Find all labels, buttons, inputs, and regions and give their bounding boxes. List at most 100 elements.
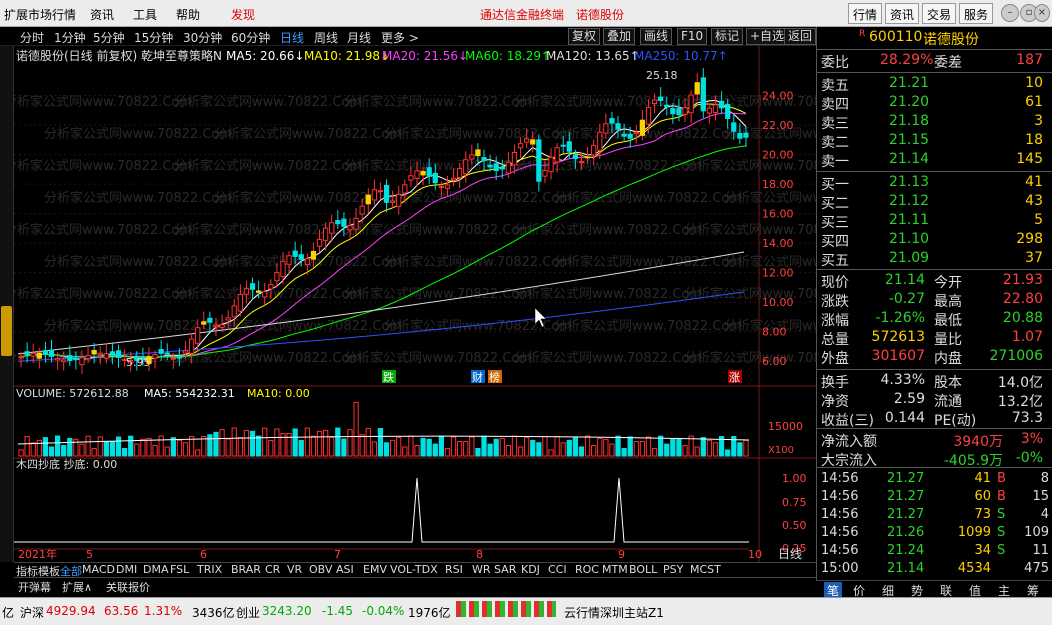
period-tab-5min[interactable]: 5分钟 [93, 29, 125, 46]
menu-item-tools[interactable]: 工具 [133, 6, 157, 23]
volume-bar [322, 429, 329, 457]
sub-toolbar: 开弹幕 扩展∧ 关联报价 [14, 577, 816, 595]
add-favorite-button[interactable]: +自选 [746, 28, 789, 45]
indicator-tab-14[interactable]: VOL-TDX [390, 563, 438, 576]
adjust-button[interactable]: 复权 [568, 28, 601, 45]
marker-down[interactable]: 跌 [383, 370, 394, 384]
indicator-tab-23[interactable]: PSY [663, 563, 683, 576]
order-row: 买三 21.11 5 [821, 212, 1043, 231]
mark-button[interactable]: 标记 [711, 28, 744, 45]
candle-body [737, 132, 743, 139]
indicator-tab-6[interactable]: FSL [170, 563, 189, 576]
indicator-tab-4[interactable]: DMI [116, 563, 137, 576]
indicator-tab-19[interactable]: CCI [548, 563, 567, 576]
expand-toggle[interactable]: 扩展∧ [62, 579, 92, 595]
candle-body [517, 143, 524, 149]
indicator-tab-21[interactable]: MTM [602, 563, 628, 576]
menu-item-discover[interactable]: 发现 [231, 6, 255, 23]
indicator-tab-18[interactable]: KDJ [521, 563, 540, 576]
candle-body [115, 350, 122, 358]
sh-value: 4929.94 [46, 604, 96, 618]
period-tab-more[interactable]: 更多 > [381, 29, 419, 46]
trade-button[interactable]: 交易 [922, 3, 957, 24]
kline-svg[interactable]: 分析家公式网www.70822.Com 分析家公式网www.70822.Com 分析… [4, 46, 912, 562]
indicator-tab-8[interactable]: BRAR [231, 563, 261, 576]
candle-body [390, 200, 396, 203]
indicator-tab-20[interactable]: ROC [575, 563, 599, 576]
menu-item-extended-market[interactable]: 扩展市场行情 [4, 6, 76, 23]
volume-bar [511, 435, 518, 457]
watermark-text: 分析家公式网www.70822.Com [514, 286, 702, 302]
overlay-button[interactable]: 叠加 [603, 28, 636, 45]
candle-body [408, 175, 414, 181]
stock-code: 600110 [869, 29, 923, 45]
period-tab-30min[interactable]: 30分钟 [183, 29, 222, 46]
minimize-icon[interactable]: – [1001, 4, 1019, 22]
period-tab-1min[interactable]: 1分钟 [54, 29, 86, 46]
volume-bar [353, 401, 359, 457]
watermark-text: 分析家公式网www.70822.Com [384, 254, 572, 270]
indicator-tab-5[interactable]: DMA [143, 563, 169, 576]
indicator-tab-10[interactable]: VR [287, 563, 302, 576]
period-tab-timeshare[interactable]: 分时 [20, 29, 44, 46]
service-button[interactable]: 服务 [959, 3, 994, 24]
indicator-tab-16[interactable]: WR [472, 563, 491, 576]
volume-bar [36, 439, 42, 457]
back-button[interactable]: 返回 [784, 28, 816, 45]
expand-handle[interactable] [1, 306, 12, 356]
news-button[interactable]: 资讯 [885, 3, 920, 24]
candle-body [438, 185, 445, 188]
high-price-label: 25.18 [646, 69, 678, 82]
period-tab-15min[interactable]: 15分钟 [134, 29, 173, 46]
draw-line-button[interactable]: 画线 [640, 28, 673, 45]
candle-body [712, 104, 719, 113]
period-tab-monthly[interactable]: 月线 [347, 29, 371, 46]
indicator-tab-12[interactable]: ASI [336, 563, 354, 576]
period-tab-weekly[interactable]: 周线 [314, 29, 338, 46]
indicator-tab-7[interactable]: TRIX [197, 563, 222, 576]
period-tab-60min[interactable]: 60分钟 [231, 29, 270, 46]
related-quotes-button[interactable]: 关联报价 [106, 579, 150, 595]
volume-header: VOLUME: 572612.88 [16, 387, 129, 400]
fund-row: 收益(三) 0.144 PE(动) 73.3 [821, 410, 1043, 429]
flow-row: 大宗流入 -405.9万 -0% [821, 450, 1043, 469]
indicator-tab-24[interactable]: MCST [690, 563, 721, 576]
marker-rank[interactable]: 榜 [489, 370, 500, 384]
danmaku-toggle[interactable]: 开弹幕 [18, 579, 51, 595]
volume-bar [365, 428, 371, 457]
menu-item-news[interactable]: 资讯 [90, 6, 114, 23]
candle-body [664, 104, 670, 108]
volume-bar [627, 436, 633, 457]
close-icon[interactable]: × [1034, 4, 1050, 22]
indicator-tab-11[interactable]: OBV [309, 563, 332, 576]
indicator-tab-15[interactable]: RSI [445, 563, 463, 576]
volume-bar [213, 431, 219, 457]
indicator-tab-22[interactable]: BOLL [629, 563, 657, 576]
watermark-text: 分析家公式网www.70822.Com [554, 318, 742, 334]
candle-body [487, 164, 493, 168]
kline-chart[interactable]: 分析家公式网www.70822.Com 分析家公式网www.70822.Com 分析… [4, 46, 912, 562]
volume-bar [737, 442, 743, 457]
volume-bar [548, 449, 554, 457]
indicator-tab-13[interactable]: EMV [363, 563, 387, 576]
server-label[interactable]: 云行情深圳主站Z1 [564, 604, 664, 621]
volume-bar [426, 438, 432, 457]
indicator-tab-9[interactable]: CR [265, 563, 280, 576]
indicator-tab-17[interactable]: SAR [494, 563, 516, 576]
indicator-tab-3[interactable]: MACD [82, 563, 115, 576]
market-bars-icon [456, 601, 556, 617]
candle-body [743, 132, 749, 138]
chart-grid [14, 46, 816, 562]
marker-finance[interactable]: 财 [472, 370, 483, 384]
f10-button[interactable]: F10 [677, 28, 708, 45]
candle-body [292, 250, 298, 257]
quote-button[interactable]: 行情 [848, 3, 883, 24]
period-tab-daily[interactable]: 日线 [280, 29, 304, 46]
candle-body [170, 357, 176, 360]
candle-body [505, 161, 512, 174]
marker-up[interactable]: 涨 [729, 371, 740, 384]
menu-item-help[interactable]: 帮助 [176, 6, 200, 23]
indicator-axis-050: 0.50 [782, 519, 807, 532]
volume-bar [621, 448, 627, 457]
candle-body [420, 170, 426, 176]
